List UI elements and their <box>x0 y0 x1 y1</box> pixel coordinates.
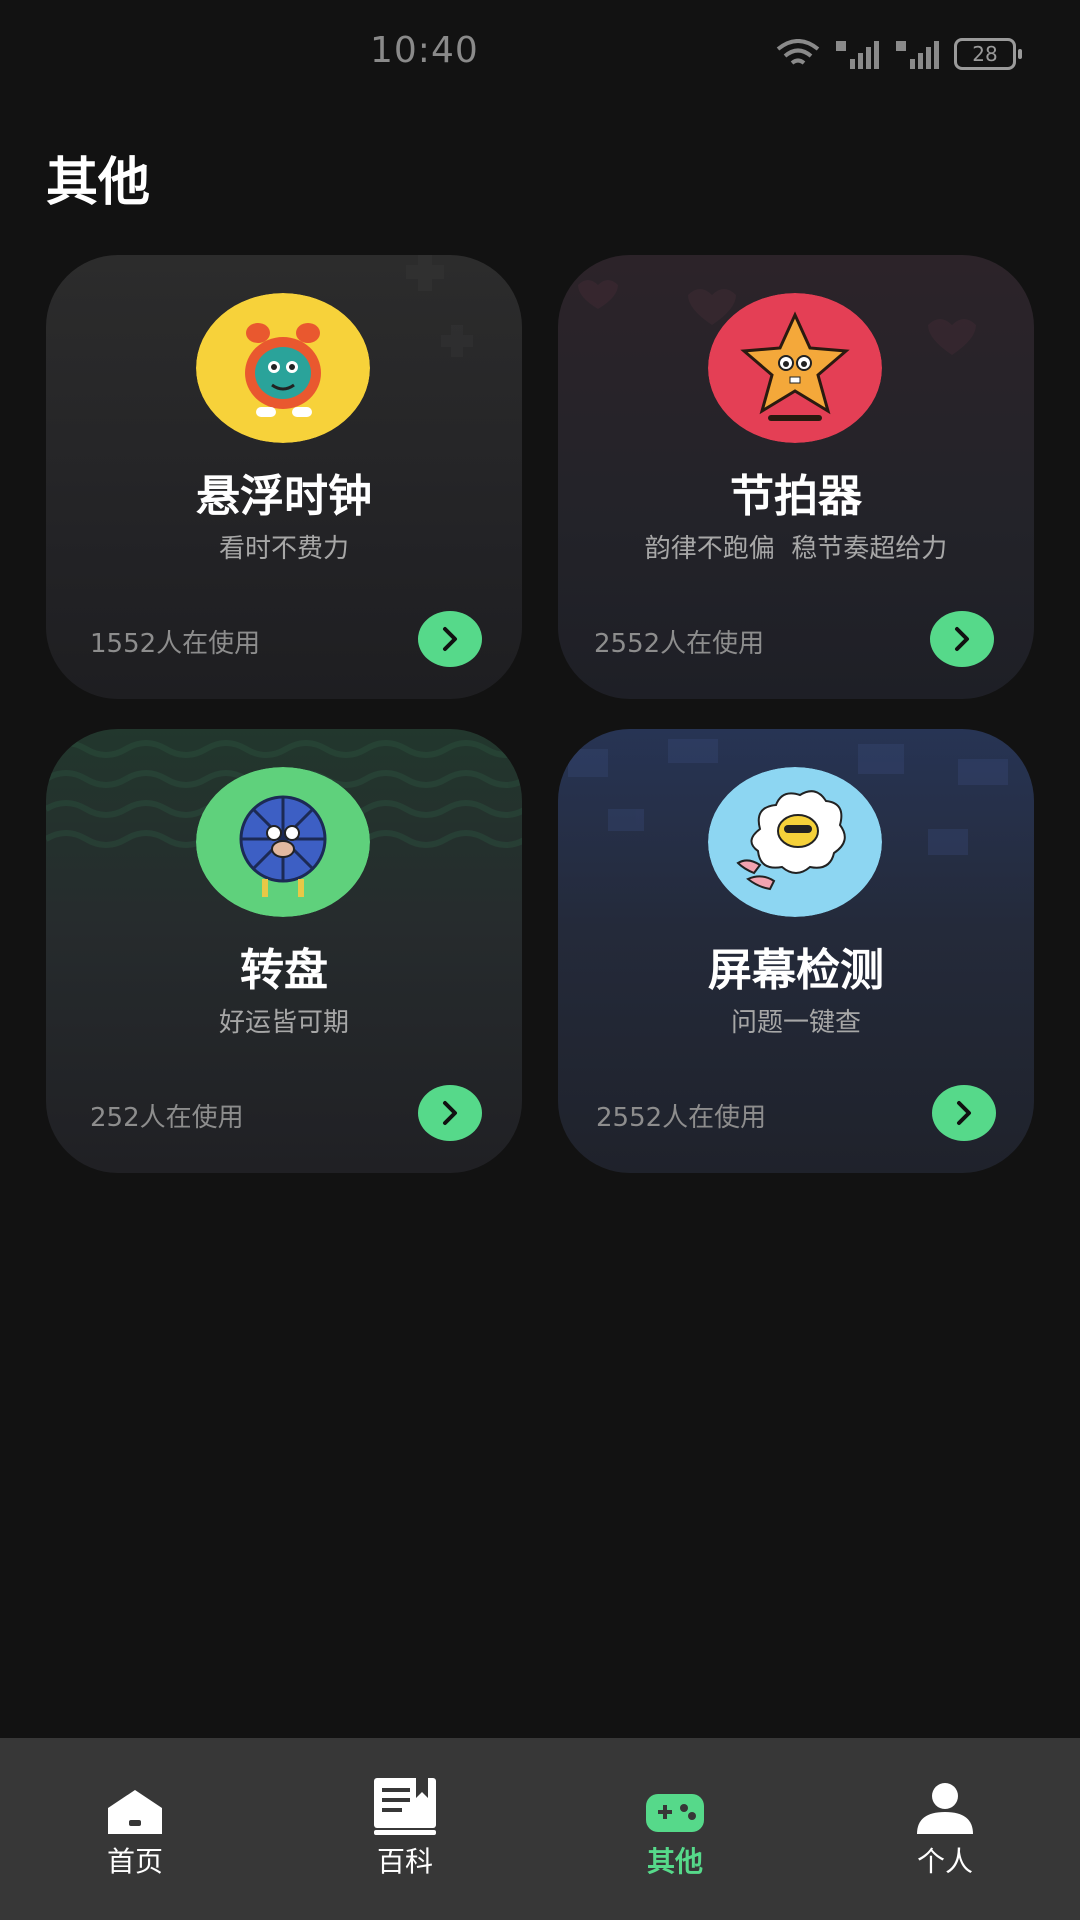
card-usage-count: 2552人在使用 <box>596 1103 767 1133</box>
status-time: 10:40 <box>370 30 479 71</box>
open-button[interactable] <box>930 611 994 667</box>
wifi-icon <box>776 39 820 65</box>
chevron-right-icon <box>955 627 969 651</box>
card-usage-count: 252人在使用 <box>90 1103 244 1133</box>
card-subtitle: 看时不费力 <box>218 534 349 564</box>
card-usage-count: 1552人在使用 <box>90 629 261 659</box>
nav-label: 个人 <box>916 1845 973 1878</box>
card-usage-count: 2552人在使用 <box>594 629 765 659</box>
nav-label: 首页 <box>106 1845 163 1878</box>
star-character-icon <box>708 293 882 443</box>
chevron-right-icon <box>443 1101 457 1125</box>
nav-label: 百科 <box>376 1845 433 1878</box>
battery-icon: 28 <box>954 38 1022 70</box>
person-icon <box>917 1783 973 1834</box>
open-button[interactable] <box>932 1085 996 1141</box>
nav-item-profile[interactable]: 个人 <box>865 1776 1025 1880</box>
card-subtitle: 问题一键查 <box>730 1008 861 1038</box>
signal-5g-icon <box>836 41 879 69</box>
nav-label: 其他 <box>646 1845 703 1878</box>
nav-item-other[interactable]: 其他 <box>595 1776 755 1880</box>
card-floating-clock[interactable]: 悬浮时钟 看时不费力 1552人在使用 <box>46 255 522 699</box>
open-button[interactable] <box>418 1085 482 1141</box>
card-metronome[interactable]: 节拍器 韵律不跑偏 稳节奏超给力 2552人在使用 <box>558 255 1034 699</box>
egg-character-icon <box>708 767 882 917</box>
card-subtitle: 好运皆可期 <box>218 1008 349 1038</box>
card-title: 悬浮时钟 <box>196 471 372 522</box>
alarm-clock-character-icon <box>196 293 370 443</box>
card-title: 节拍器 <box>730 471 862 522</box>
card-screen-test[interactable]: 屏幕检测 问题一键查 2552人在使用 <box>558 729 1034 1173</box>
card-wheel[interactable]: 转盘 好运皆可期 252人在使用 <box>46 729 522 1173</box>
spinner-character-icon <box>196 767 370 917</box>
open-button[interactable] <box>418 611 482 667</box>
nav-item-home[interactable]: 首页 <box>55 1776 215 1880</box>
page-title: 其他 <box>46 153 151 213</box>
card-title: 屏幕检测 <box>708 945 884 996</box>
chevron-right-icon <box>957 1101 971 1125</box>
card-subtitle: 韵律不跑偏 稳节奏超给力 <box>644 534 948 564</box>
home-icon <box>108 1790 162 1834</box>
book-icon <box>374 1778 436 1835</box>
status-icons: 28 <box>776 36 1022 72</box>
signal-4g-icon <box>896 41 939 69</box>
bottom-nav: 首页 百科 其他 个人 <box>0 1738 1080 1920</box>
chevron-right-icon <box>443 627 457 651</box>
gamepad-icon <box>646 1794 704 1832</box>
status-bar: 10:40 28 <box>0 0 1080 110</box>
tools-grid: 悬浮时钟 看时不费力 1552人在使用 节拍器 韵律不跑偏 稳节奏超给力 255… <box>46 255 1036 1173</box>
nav-item-encyclopedia[interactable]: 百科 <box>325 1776 485 1880</box>
card-title: 转盘 <box>240 945 328 996</box>
